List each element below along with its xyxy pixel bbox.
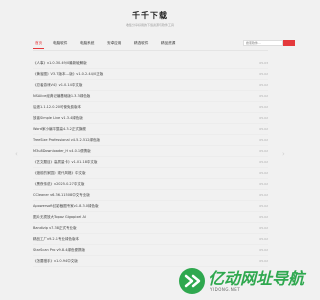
row-divider — [33, 200, 268, 201]
list-item[interactable]: CCleaner v6.36.11508中文专业版 05-02 — [33, 192, 268, 201]
list-item-title[interactable]: M3u8Downloader_H v4.0.1便携版 — [33, 149, 91, 154]
list-item[interactable]: 《渡前的家园》现代风格》中文版 05-02 — [33, 170, 268, 179]
list-item-date: 05-02 — [259, 94, 268, 98]
list-item-title[interactable]: 《渡前的家园》现代风格》中文版 — [33, 171, 86, 176]
list-item-title[interactable]: 《忍者游戏V4》v1.0.14中文版 — [33, 83, 82, 88]
list-item[interactable]: 放者Simple Live v1.3.4绿色版 05-02 — [33, 115, 268, 124]
list-item-title[interactable]: 精品工厂v9.2.1专业绿色版本 — [33, 237, 79, 242]
row-divider — [33, 101, 268, 102]
row-divider — [33, 211, 268, 212]
row-divider — [33, 123, 268, 124]
list-item[interactable]: 《黑夜传说》v2025.0.27中文版 05-02 — [33, 181, 268, 190]
list-item-title[interactable]: 《人事》v1.0.30.49/0最新破解版 — [33, 61, 87, 66]
row-divider — [33, 90, 268, 91]
list-item[interactable]: Apowersoft幻影截图专家v1.8.3.0绿色版 05-02 — [33, 203, 268, 212]
list-item[interactable]: 《忍者游戏V4》v1.0.14中文版 05-02 — [33, 82, 268, 91]
nav-active-indicator — [33, 48, 44, 49]
list-item-title[interactable]: 《怎要猎手》v1.0.94中文版 — [33, 259, 78, 264]
nav-item-pc-system[interactable]: 电脑系统 — [80, 41, 94, 46]
list-item[interactable]: NSAlice经典记编基础版1.3.3绿色版 05-02 — [33, 93, 268, 102]
list-item[interactable]: 图片无损放大Topaz Gigapixel AI 05-02 — [33, 214, 268, 223]
list-item-title[interactable]: 后遗1.1.12.0.20可使免费版本 — [33, 105, 81, 110]
list-item-title[interactable]: Bandizip v7.38正式专业版 — [33, 226, 76, 231]
list-item[interactable]: TreeSize Professional v4.5.2.512绿色版 05-0… — [33, 137, 268, 146]
row-divider — [33, 189, 268, 190]
list-item[interactable]: 后遗1.1.12.0.20可使免费版本 05-02 — [33, 104, 268, 113]
list-item[interactable]: Word家小编平整高4.3.2正式旗舰 05-02 — [33, 126, 268, 135]
site-header: 千千下载 收集分享好用的下载资源与软件工具 — [0, 0, 300, 34]
list-item-title[interactable]: NSAlice经典记编基础版1.3.3绿色版 — [33, 94, 90, 99]
list-item-date: 05-02 — [259, 72, 268, 76]
list-item-title[interactable]: StarScan Pro v9.8.4绿色便携版 — [33, 248, 85, 253]
list-item-date: 05-02 — [259, 127, 268, 131]
search-button[interactable] — [283, 40, 295, 46]
main-nav: 首页 电脑软件 电脑系统 安卓应用 精选软件 精品资源 — [33, 38, 295, 51]
list-item[interactable]: Bandizip v7.38正式专业版 05-02 — [33, 225, 268, 234]
nav-item-android-apps[interactable]: 安卓应用 — [107, 41, 121, 46]
list-item-title[interactable]: 放者Simple Live v1.3.4绿色版 — [33, 116, 83, 121]
list-item-date: 05-02 — [259, 204, 268, 208]
nav-item-pc-software[interactable]: 电脑软件 — [53, 41, 67, 46]
row-divider — [33, 68, 268, 69]
list-item-title[interactable]: 《黑夜传说》v2025.0.27中文版 — [33, 182, 84, 187]
prev-arrow-icon[interactable]: ‹ — [15, 150, 18, 158]
list-item-title[interactable]: TreeSize Professional v4.5.2.512绿色版 — [33, 138, 100, 143]
watermark-url: YIDONG.NET — [210, 287, 241, 292]
list-item-title[interactable]: Word家小编平整高4.3.2正式旗舰 — [33, 127, 86, 132]
list-item-date: 05-03 — [259, 61, 268, 65]
site-title[interactable]: 千千下载 — [0, 10, 300, 21]
row-divider — [33, 145, 268, 146]
list-item-date: 05-02 — [259, 237, 268, 241]
watermark-logo-icon — [179, 268, 205, 294]
list-item[interactable]: 《黄雀图》V3.7版本---版》v1.0.2.44/0正版 05-02 — [33, 71, 268, 80]
list-item[interactable]: 《人事》v1.0.30.49/0最新破解版 05-03 — [33, 60, 268, 69]
list-item-title[interactable]: 《黄雀图》V3.7版本---版》v1.0.2.44/0正版 — [33, 72, 103, 77]
list-item-date: 05-02 — [259, 182, 268, 186]
site-subtitle: 收集分享好用的下载资源与软件工具 — [125, 23, 174, 27]
list-item-date: 05-02 — [259, 226, 268, 230]
list-item[interactable]: 精品工厂v9.2.1专业绿色版本 05-02 — [33, 236, 268, 245]
list-item-date: 05-02 — [259, 193, 268, 197]
list-item-date: 05-02 — [259, 160, 268, 164]
list-item[interactable]: M3u8Downloader_H v4.0.1便携版 05-02 — [33, 148, 268, 157]
search-input[interactable] — [243, 40, 283, 46]
nav-item-premium-resources[interactable]: 精品资源 — [161, 41, 175, 46]
list-item-title[interactable]: 《艺文题目》高质量卡》v1.01.18中文版 — [33, 160, 97, 165]
row-divider — [33, 244, 268, 245]
watermark-text: 亿动网址导航 — [208, 269, 305, 288]
row-divider — [33, 255, 268, 256]
watermark: 亿动网址导航 YIDONG.NET — [176, 262, 304, 300]
row-divider — [33, 134, 268, 135]
row-divider — [33, 178, 268, 179]
list-item-date: 05-02 — [259, 105, 268, 109]
next-arrow-icon[interactable]: › — [282, 150, 285, 158]
row-divider — [33, 233, 268, 234]
list-item-date: 05-02 — [259, 171, 268, 175]
list-item[interactable]: 《艺文题目》高质量卡》v1.01.18中文版 05-02 — [33, 159, 268, 168]
list-item[interactable]: StarScan Pro v9.8.4绿色便携版 05-02 — [33, 247, 268, 256]
list-item-title[interactable]: Apowersoft幻影截图专家v1.8.3.0绿色版 — [33, 204, 99, 209]
list-item-date: 05-02 — [259, 116, 268, 120]
list-item-title[interactable]: 图片无损放大Topaz Gigapixel AI — [33, 215, 86, 220]
nav-item-home[interactable]: 首页 — [35, 41, 42, 46]
list-item-date: 05-02 — [259, 149, 268, 153]
row-divider — [33, 156, 268, 157]
list-item-title[interactable]: CCleaner v6.36.11508中文专业版 — [33, 193, 90, 198]
row-divider — [33, 167, 268, 168]
list-item-date: 05-02 — [259, 248, 268, 252]
row-divider — [33, 112, 268, 113]
row-divider — [33, 222, 268, 223]
list-item-date: 05-02 — [259, 83, 268, 87]
row-divider — [33, 79, 268, 80]
nav-item-featured-software[interactable]: 精选软件 — [134, 41, 148, 46]
list-item-date: 05-02 — [259, 138, 268, 142]
list-item-date: 05-02 — [259, 215, 268, 219]
